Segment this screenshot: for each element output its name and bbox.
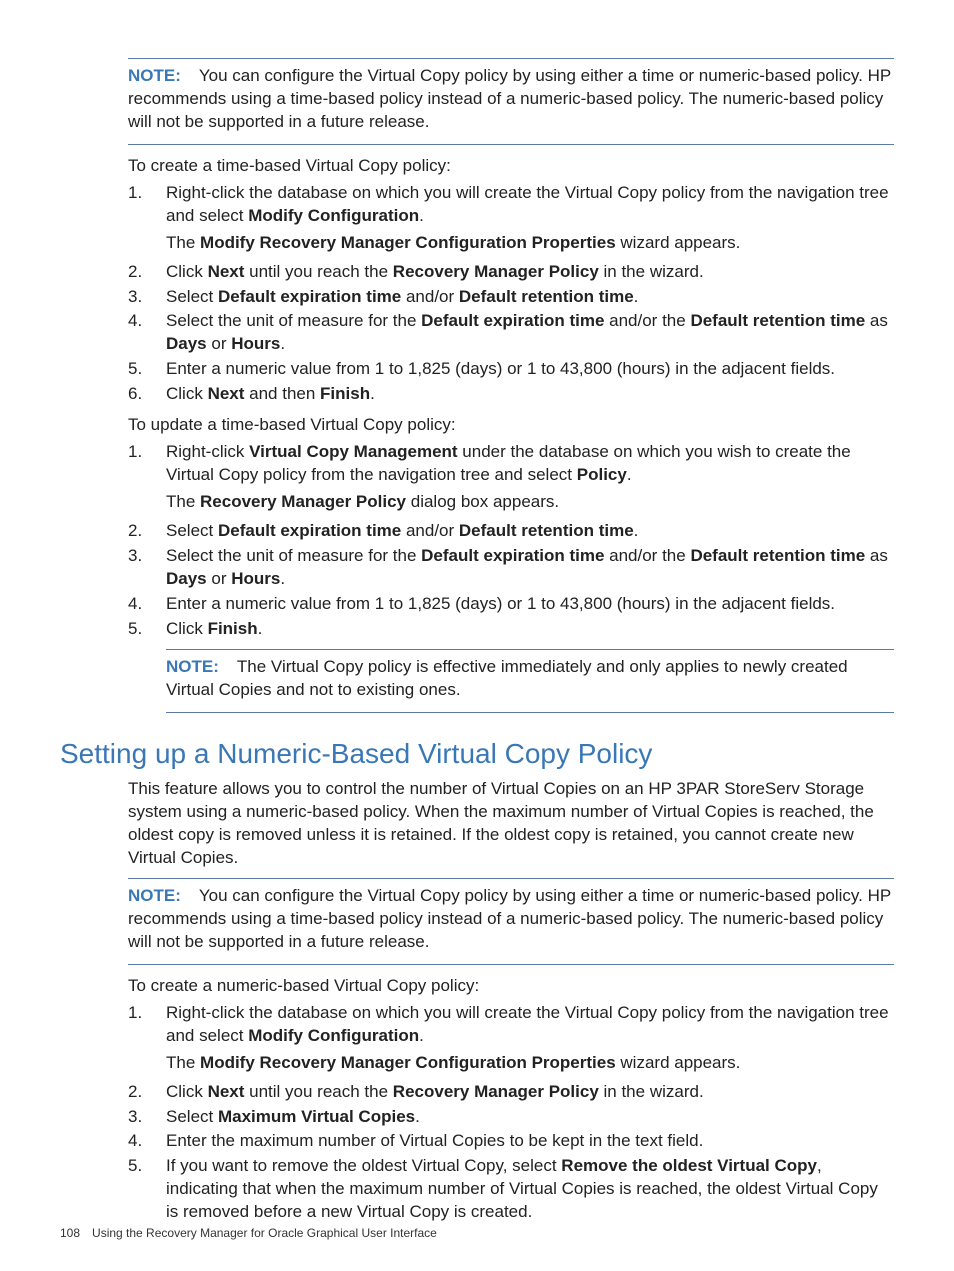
step-body: Select the unit of measure for the Defau… xyxy=(166,545,894,591)
step-number: 2. xyxy=(128,261,166,284)
page-number: 108 xyxy=(60,1226,80,1240)
step-body: Enter the maximum number of Virtual Copi… xyxy=(166,1130,894,1153)
note-label: NOTE: xyxy=(166,657,219,676)
step-number: 1. xyxy=(128,441,166,518)
list-item: 2. Click Next until you reach the Recove… xyxy=(128,1081,894,1104)
section-heading: Setting up a Numeric-Based Virtual Copy … xyxy=(60,735,894,773)
list-item: 5. Click Finish. xyxy=(128,618,894,641)
step-number: 4. xyxy=(128,310,166,356)
list-item: 1. Right-click the database on which you… xyxy=(128,1002,894,1079)
list-item: 4. Enter a numeric value from 1 to 1,825… xyxy=(128,593,894,616)
step-number: 4. xyxy=(128,593,166,616)
list-item: 4. Select the unit of measure for the De… xyxy=(128,310,894,356)
note-box: NOTE:The Virtual Copy policy is effectiv… xyxy=(166,649,894,713)
list-item: 6. Click Next and then Finish. xyxy=(128,383,894,406)
step-body: Click Next and then Finish. xyxy=(166,383,894,406)
step-body: Select the unit of measure for the Defau… xyxy=(166,310,894,356)
step-number: 3. xyxy=(128,286,166,309)
paragraph: To update a time-based Virtual Copy poli… xyxy=(128,414,894,437)
step-body: Select Default expiration time and/or De… xyxy=(166,286,894,309)
step-body: Select Default expiration time and/or De… xyxy=(166,520,894,543)
note-label: NOTE: xyxy=(128,66,181,85)
note-text: You can configure the Virtual Copy polic… xyxy=(128,886,891,951)
step-number: 1. xyxy=(128,182,166,259)
note-box: NOTE:You can configure the Virtual Copy … xyxy=(128,58,894,145)
footer-text: Using the Recovery Manager for Oracle Gr… xyxy=(92,1226,437,1240)
step-body: Right-click the database on which you wi… xyxy=(166,1002,894,1079)
step-number: 6. xyxy=(128,383,166,406)
note-text: The Virtual Copy policy is effective imm… xyxy=(166,657,848,699)
paragraph: This feature allows you to control the n… xyxy=(128,778,894,870)
step-number: 5. xyxy=(128,618,166,641)
step-body: Right-click the database on which you wi… xyxy=(166,182,894,259)
step-number: 5. xyxy=(128,358,166,381)
step-number: 3. xyxy=(128,1106,166,1129)
step-number: 4. xyxy=(128,1130,166,1153)
list-item: 3. Select Maximum Virtual Copies. xyxy=(128,1106,894,1129)
step-body: If you want to remove the oldest Virtual… xyxy=(166,1155,894,1224)
ordered-list: 1. Right-click Virtual Copy Management u… xyxy=(128,441,894,641)
step-number: 1. xyxy=(128,1002,166,1079)
list-item: 2. Select Default expiration time and/or… xyxy=(128,520,894,543)
step-number: 5. xyxy=(128,1155,166,1224)
step-number: 3. xyxy=(128,545,166,591)
paragraph: To create a numeric-based Virtual Copy p… xyxy=(128,975,894,998)
ordered-list: 1. Right-click the database on which you… xyxy=(128,1002,894,1224)
step-body: Click Next until you reach the Recovery … xyxy=(166,261,894,284)
step-body: Enter a numeric value from 1 to 1,825 (d… xyxy=(166,358,894,381)
step-body: Select Maximum Virtual Copies. xyxy=(166,1106,894,1129)
ordered-list: 1. Right-click the database on which you… xyxy=(128,182,894,406)
step-body: Click Finish. xyxy=(166,618,894,641)
step-body: Click Next until you reach the Recovery … xyxy=(166,1081,894,1104)
list-item: 3. Select the unit of measure for the De… xyxy=(128,545,894,591)
note-text: You can configure the Virtual Copy polic… xyxy=(128,66,891,131)
paragraph: To create a time-based Virtual Copy poli… xyxy=(128,155,894,178)
step-number: 2. xyxy=(128,520,166,543)
list-item: 3. Select Default expiration time and/or… xyxy=(128,286,894,309)
list-item: 5. If you want to remove the oldest Virt… xyxy=(128,1155,894,1224)
page-footer: 108 Using the Recovery Manager for Oracle… xyxy=(60,1225,437,1241)
list-item: 5. Enter a numeric value from 1 to 1,825… xyxy=(128,358,894,381)
note-box: NOTE:You can configure the Virtual Copy … xyxy=(128,878,894,965)
list-item: 4. Enter the maximum number of Virtual C… xyxy=(128,1130,894,1153)
list-item: 1. Right-click Virtual Copy Management u… xyxy=(128,441,894,518)
list-item: 2. Click Next until you reach the Recove… xyxy=(128,261,894,284)
list-item: 1. Right-click the database on which you… xyxy=(128,182,894,259)
note-label: NOTE: xyxy=(128,886,181,905)
step-number: 2. xyxy=(128,1081,166,1104)
step-body: Enter a numeric value from 1 to 1,825 (d… xyxy=(166,593,894,616)
step-body: Right-click Virtual Copy Management unde… xyxy=(166,441,894,518)
